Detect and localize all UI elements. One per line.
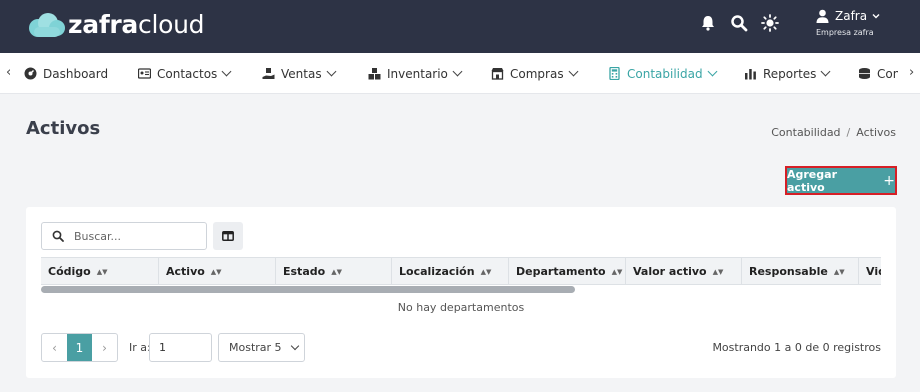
- pagination: ‹ 1 ›: [41, 333, 118, 362]
- nav-item-inventario[interactable]: Inventario: [368, 53, 463, 93]
- boxes-icon: [368, 68, 381, 80]
- columns-icon: [222, 231, 234, 241]
- search-icon: [52, 230, 64, 242]
- user-icon: [816, 9, 829, 23]
- breadcrumb-current: Activos: [856, 126, 896, 139]
- nav-scroll-right-icon[interactable]: ›: [909, 65, 914, 80]
- logo-text: zafracloud: [68, 10, 205, 39]
- chevron-down-icon: [290, 341, 299, 351]
- sales-hand-icon: [262, 68, 275, 79]
- columns-toggle-button[interactable]: [213, 222, 243, 250]
- nav-item-contabilidad[interactable]: Contabilidad: [608, 53, 718, 93]
- nav-item-contactos[interactable]: Contactos: [138, 53, 232, 93]
- empty-state-message: No hay departamentos: [397, 301, 525, 314]
- search-placeholder: Buscar...: [74, 229, 122, 243]
- column-header-vida[interactable]: Vid: [858, 258, 881, 284]
- user-menu[interactable]: Zafra Empresa zafra: [816, 9, 881, 37]
- goto-page-label: Ir a:: [129, 341, 151, 354]
- calculator-icon: [609, 67, 620, 80]
- nav-item-con[interactable]: Con: [858, 53, 900, 93]
- page-size-value: Mostrar 5: [229, 341, 282, 354]
- column-header-localizacion[interactable]: Localización ▲▼: [391, 258, 508, 284]
- plus-icon: +: [883, 172, 895, 189]
- prev-page-button[interactable]: ‹: [42, 334, 67, 361]
- contacts-card-icon: [138, 68, 151, 79]
- column-header-codigo[interactable]: Código ▲▼: [41, 258, 158, 284]
- store-icon: [491, 68, 504, 80]
- breadcrumb-separator: /: [846, 126, 851, 139]
- chevron-down-icon: [707, 66, 718, 77]
- search-input[interactable]: Buscar...: [41, 222, 207, 250]
- column-header-departamento[interactable]: Departamento ▲▼: [508, 258, 625, 284]
- main-nav: ‹ Dashboard Contactos Ventas Inventario …: [0, 53, 920, 94]
- sort-icon: ▲▼: [480, 267, 492, 276]
- next-page-button[interactable]: ›: [92, 334, 117, 361]
- sort-icon: ▲▼: [611, 267, 623, 276]
- nav-item-reportes[interactable]: Reportes: [744, 53, 831, 93]
- nav-scroll-left-icon[interactable]: ‹: [6, 65, 11, 80]
- nav-scroll-right[interactable]: ›: [898, 53, 920, 93]
- chevron-down-icon: [568, 66, 579, 77]
- chevron-down-icon: [820, 66, 831, 77]
- sort-icon: ▲▼: [96, 267, 108, 276]
- add-asset-button[interactable]: Agregar activo +: [785, 166, 897, 195]
- nav-item-dashboard[interactable]: Dashboard: [24, 53, 108, 93]
- sort-icon: ▲▼: [331, 267, 342, 276]
- sort-icon: ▲▼: [712, 267, 724, 276]
- chevron-down-icon: [326, 66, 337, 77]
- cloud-logo-icon: [29, 13, 65, 37]
- add-asset-button-label: Agregar activo: [787, 167, 837, 194]
- page-title: Activos: [26, 118, 101, 139]
- sort-icon: ▲▼: [210, 267, 222, 276]
- dashboard-icon: [24, 67, 37, 80]
- nav-item-ventas[interactable]: Ventas: [262, 53, 337, 93]
- records-summary: Mostrando 1 a 0 de 0 registros: [712, 341, 881, 354]
- bell-icon[interactable]: [699, 14, 717, 32]
- column-header-responsable[interactable]: Responsable ▲▼: [741, 258, 858, 284]
- horizontal-scrollbar[interactable]: [41, 286, 575, 293]
- search-icon[interactable]: [730, 14, 748, 32]
- user-company: Empresa zafra: [816, 28, 874, 37]
- chevron-down-icon: [452, 66, 463, 77]
- sun-icon[interactable]: [761, 14, 779, 32]
- user-name: Zafra: [835, 9, 868, 23]
- column-header-estado[interactable]: Estado ▲▼: [275, 258, 391, 284]
- breadcrumb-parent[interactable]: Contabilidad: [771, 126, 840, 139]
- assets-card: Buscar... Código ▲▼ Activo ▲▼ Estado ▲▼ Loc…: [26, 207, 896, 378]
- column-header-valor-activo[interactable]: Valor activo ▲▼: [625, 258, 741, 284]
- bar-chart-icon: [745, 69, 756, 80]
- coins-icon: [859, 68, 870, 79]
- logo[interactable]: zafracloud: [26, 10, 205, 39]
- sort-icon: ▲▼: [833, 267, 845, 276]
- page-button-current[interactable]: 1: [67, 334, 92, 361]
- chevron-down-icon: [221, 66, 232, 77]
- page-size-select[interactable]: Mostrar 5: [218, 333, 305, 362]
- breadcrumb: Contabilidad / Activos: [771, 126, 896, 139]
- nav-item-compras[interactable]: Compras: [491, 53, 579, 93]
- goto-page-input[interactable]: 1: [149, 333, 212, 362]
- table-header: Código ▲▼ Activo ▲▼ Estado ▲▼ Localización ▲…: [41, 257, 881, 285]
- chevron-down-icon: [872, 14, 880, 19]
- top-header: zafracloud Zafra Empresa zafra: [0, 0, 920, 53]
- column-header-activo[interactable]: Activo ▲▼: [158, 258, 275, 284]
